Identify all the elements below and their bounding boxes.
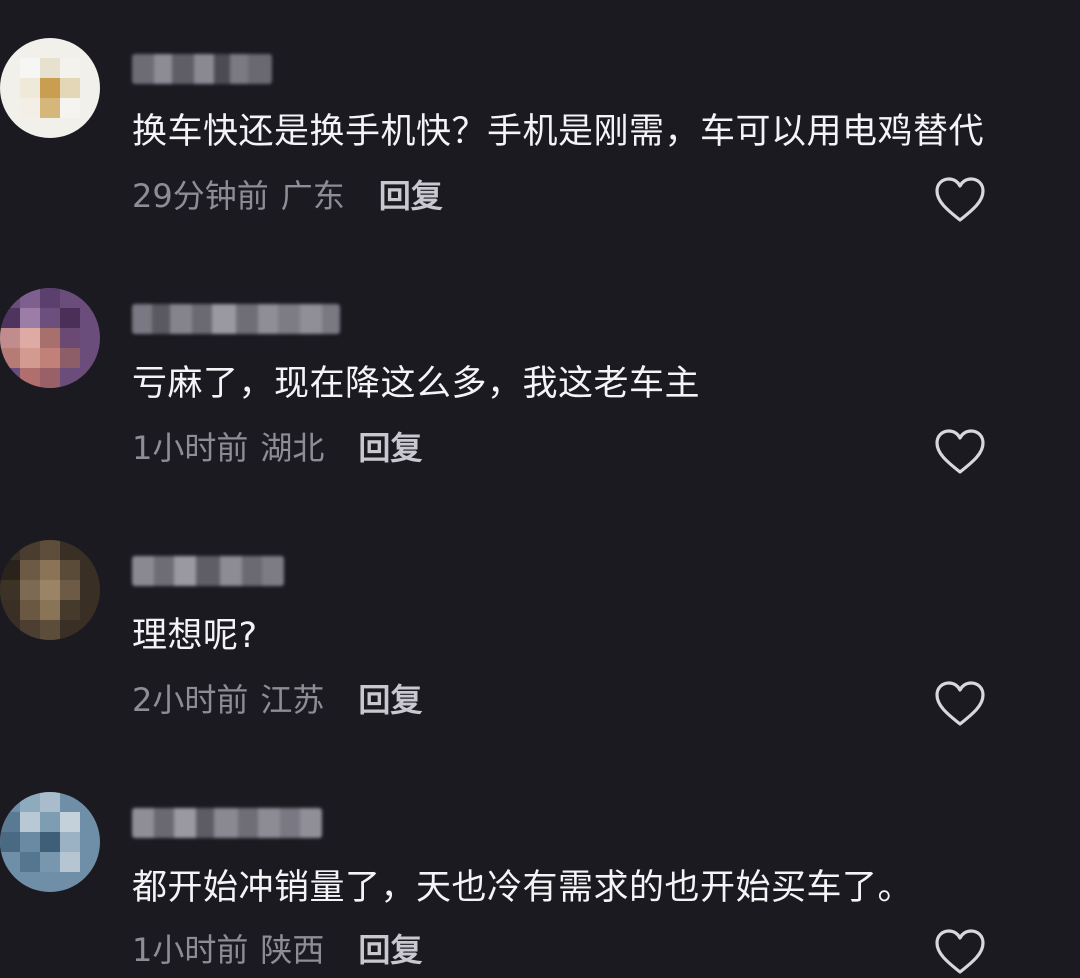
comment-location: 广东	[280, 177, 345, 215]
comment-meta: 1小时前 湖北 回复	[132, 428, 422, 468]
comment-item: 换车快还是换手机快？手机是刚需，车可以用电鸡替代 29分钟前 广东 回复	[0, 0, 1080, 230]
username-blurred[interactable]	[132, 54, 272, 84]
comment-meta: 1小时前 陕西 回复	[132, 930, 422, 970]
comment-item: 亏麻了，现在降这么多，我这老车主 1小时前 湖北 回复	[0, 252, 1080, 482]
heart-outline-icon[interactable]	[934, 428, 986, 476]
comment-text: 换车快还是换手机快？手机是刚需，车可以用电鸡替代	[132, 112, 985, 152]
avatar[interactable]	[0, 38, 100, 138]
comment-location: 湖北	[260, 429, 325, 467]
avatar[interactable]	[0, 792, 100, 892]
comment-time: 2小时前	[132, 681, 249, 719]
heart-outline-icon[interactable]	[934, 680, 986, 728]
comment-text: 亏麻了，现在降这么多，我这老车主	[132, 364, 701, 404]
avatar[interactable]	[0, 540, 100, 640]
username-blurred[interactable]	[132, 304, 340, 334]
comment-meta: 29分钟前 广东 回复	[132, 176, 443, 216]
comment-location: 陕西	[260, 931, 325, 969]
heart-outline-icon[interactable]	[934, 928, 986, 976]
comment-item: 理想呢? 2小时前 江苏 回复	[0, 504, 1080, 734]
reply-button[interactable]: 回复	[358, 428, 422, 468]
comment-item: 都开始冲销量了，天也冷有需求的也开始买车了。 1小时前 陕西 回复	[0, 756, 1080, 978]
heart-outline-icon[interactable]	[934, 176, 986, 224]
comment-location: 江苏	[260, 681, 325, 719]
reply-button[interactable]: 回复	[379, 176, 443, 216]
comment-time: 1小时前	[132, 429, 249, 467]
comment-meta: 2小时前 江苏 回复	[132, 680, 422, 720]
avatar[interactable]	[0, 288, 100, 388]
username-blurred[interactable]	[132, 808, 322, 838]
comment-time: 1小时前	[132, 931, 249, 969]
username-blurred[interactable]	[132, 556, 284, 586]
comment-text: 理想呢?	[132, 616, 258, 656]
comment-time: 29分钟前	[132, 177, 269, 215]
reply-button[interactable]: 回复	[358, 930, 422, 970]
comment-text: 都开始冲销量了，天也冷有需求的也开始买车了。	[132, 868, 914, 908]
reply-button[interactable]: 回复	[358, 680, 422, 720]
